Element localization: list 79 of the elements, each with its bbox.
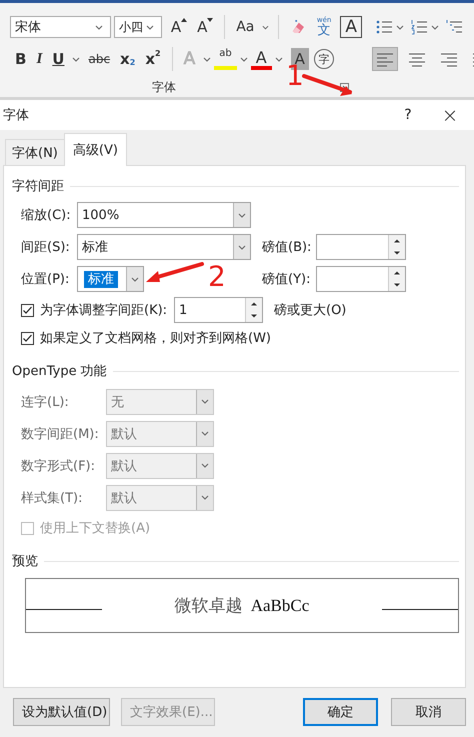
align-center-icon — [409, 52, 425, 66]
highlight-button[interactable]: ab — [214, 48, 237, 70]
italic-button[interactable]: I — [31, 46, 48, 72]
align-right-icon — [441, 52, 457, 66]
caret-icon[interactable] — [262, 24, 270, 30]
dialog-launcher-icon[interactable] — [340, 83, 349, 92]
check-icon — [22, 305, 33, 315]
font-name-dropdown[interactable]: 宋体 — [10, 16, 111, 38]
dialog-button[interactable]: 取消 — [391, 698, 466, 726]
bullet-list-icon[interactable] — [376, 19, 393, 35]
dropdown[interactable]: 100% — [77, 202, 251, 228]
spin-field[interactable] — [316, 266, 406, 292]
group-label: 字体 — [152, 79, 176, 96]
unit-label: 磅或更大(O) — [274, 302, 346, 319]
preview-text: 微软卓越 — [174, 595, 243, 617]
strikethrough-button[interactable]: abc — [83, 46, 116, 72]
help-button[interactable]: ? — [398, 107, 418, 123]
caret-icon[interactable] — [94, 24, 103, 30]
check-icon — [22, 333, 33, 343]
subscript-button[interactable]: x2 — [115, 46, 140, 72]
character-border-button[interactable]: A — [340, 16, 362, 38]
caret-icon — [238, 244, 246, 250]
checkbox-label: 使用上下文替换(A) — [40, 520, 150, 537]
spin-field[interactable]: 1 — [174, 297, 263, 323]
underline-button[interactable]: U — [47, 46, 70, 72]
close-button[interactable]: × — [440, 103, 460, 127]
field-label: 数字形式(F): — [21, 458, 96, 474]
field-label: 间距(S): — [21, 239, 71, 256]
caret-icon — [238, 212, 246, 218]
caret-icon[interactable] — [240, 56, 248, 62]
field-label: 连字(L): — [21, 394, 70, 410]
multilevel-list-icon[interactable] — [446, 19, 463, 35]
caret-icon — [201, 431, 209, 436]
dropdown[interactable]: 标准 — [77, 234, 251, 260]
caret-icon[interactable] — [72, 56, 80, 62]
align-left-button[interactable] — [372, 47, 398, 71]
caret-icon — [201, 399, 209, 404]
font-size-dropdown[interactable]: 小四 — [114, 16, 162, 38]
annotation-number: 2 — [208, 263, 226, 291]
up-triangle-icon — [181, 18, 188, 22]
section-title: 字符间距 — [12, 178, 64, 195]
caret-icon[interactable] — [431, 24, 439, 30]
caret-icon — [201, 495, 209, 500]
field-label: 磅值(Y): — [262, 271, 312, 288]
section-title: 预览 — [12, 553, 38, 570]
caret-icon[interactable] — [146, 24, 154, 30]
down-triangle-icon — [207, 18, 214, 22]
dialog-button[interactable]: 设为默认值(D) — [13, 698, 110, 726]
align-left-icon — [377, 52, 393, 66]
field-label: 位置(P): — [21, 271, 70, 288]
caret-icon[interactable] — [274, 56, 283, 62]
checkbox[interactable] — [21, 304, 34, 316]
spin-field[interactable] — [316, 234, 406, 260]
field-label: 缩放(C): — [21, 207, 72, 224]
shrink-font-button[interactable]: A — [192, 14, 218, 40]
eraser-icon[interactable] — [291, 18, 306, 36]
checkbox-label: 为字体调整字间距(K): — [40, 302, 168, 319]
field-label: 磅值(B): — [262, 239, 312, 256]
dropdown[interactable]: 标准 — [77, 266, 144, 292]
caret-icon — [131, 276, 139, 282]
section-title: OpenType 功能 — [12, 363, 107, 380]
checkbox[interactable] — [21, 332, 34, 344]
grow-font-button[interactable]: A — [166, 14, 192, 40]
enclose-character-button[interactable]: 字 — [314, 49, 334, 69]
bold-button[interactable]: B — [10, 46, 32, 72]
field-label: 样式集(T): — [21, 490, 84, 506]
caret-icon — [201, 463, 209, 468]
preview-text: AaBbCc — [250, 596, 310, 616]
dialog-button[interactable]: 确定 — [303, 698, 378, 726]
window-title: 字体 — [3, 107, 30, 124]
field-label: 数字间距(M): — [21, 426, 100, 442]
caret-icon[interactable] — [203, 56, 212, 62]
caret-icon[interactable] — [396, 24, 404, 30]
font-color-button[interactable]: A — [250, 48, 272, 70]
tab[interactable]: 高级(V) — [64, 133, 127, 166]
checkbox-label: 如果定义了文档网格，则对齐到网格(W) — [40, 330, 271, 347]
tab[interactable]: 字体(N) — [5, 139, 65, 165]
numbered-list-icon[interactable] — [411, 19, 428, 35]
change-case-button[interactable]: Aa — [231, 14, 260, 40]
